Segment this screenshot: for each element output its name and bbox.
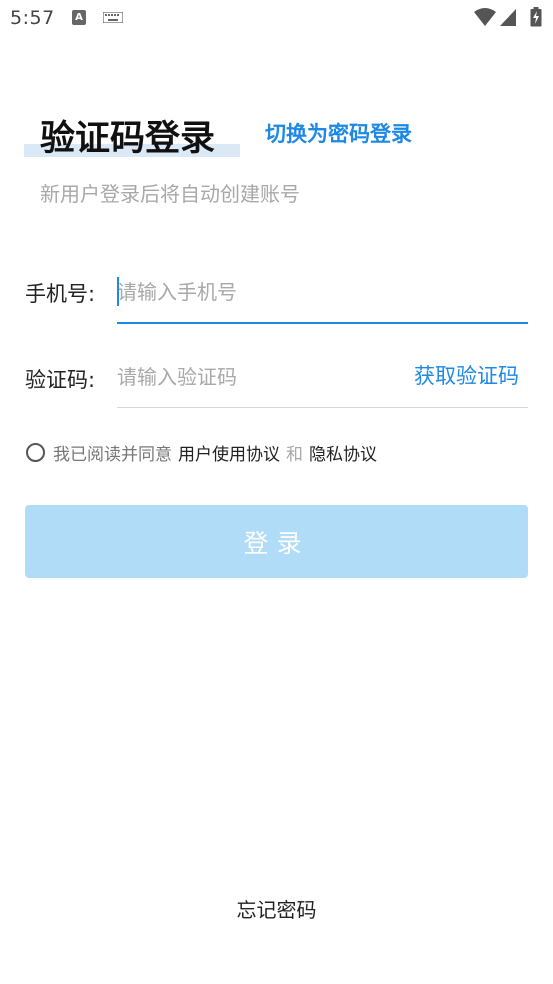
signal-icon (500, 9, 516, 26)
agreement-radio[interactable] (26, 442, 45, 462)
forgot-password-link[interactable]: 忘记密码 (0, 894, 553, 923)
phone-input-underline (117, 322, 528, 324)
status-time: 5:57 (10, 7, 55, 29)
code-input[interactable] (117, 355, 407, 399)
agreement-and-text: 和 (286, 444, 303, 465)
get-code-button[interactable]: 获取验证码 (414, 360, 519, 390)
keyboard-icon (103, 12, 123, 23)
text-caret (117, 277, 119, 306)
agreement-text: 我已阅读并同意 (53, 444, 172, 465)
privacy-agreement-link[interactable]: 隐私协议 (309, 440, 377, 465)
login-button[interactable]: 登录 (25, 505, 528, 578)
agreement-row: 我已阅读并同意 用户使用协议 和 隐私协议 (26, 440, 377, 465)
user-agreement-link[interactable]: 用户使用协议 (178, 440, 280, 465)
code-input-underline (117, 407, 528, 408)
code-label: 验证码: (25, 368, 96, 392)
switch-to-password-login-link[interactable]: 切换为密码登录 (265, 118, 412, 148)
notification-a-icon: A (72, 10, 86, 25)
wifi-icon (474, 8, 496, 26)
page-title: 验证码登录 (40, 119, 216, 159)
status-bar: 5:57 A (0, 0, 553, 36)
battery-icon (530, 7, 542, 27)
phone-input[interactable] (117, 270, 528, 314)
phone-label: 手机号: (25, 282, 96, 306)
page-subtitle: 新用户登录后将自动创建账号 (40, 182, 300, 206)
